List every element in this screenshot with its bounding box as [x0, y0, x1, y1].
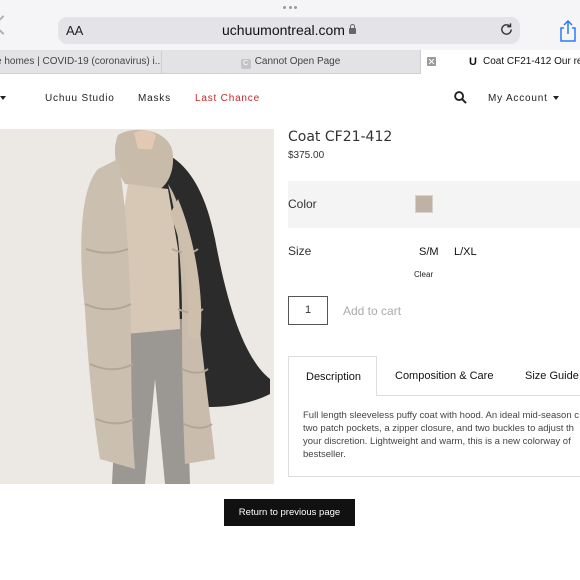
search-icon[interactable]	[454, 91, 467, 104]
tab-divider	[377, 395, 580, 396]
browser-toolbar: AA uchuumontreal.com	[0, 0, 580, 50]
product-price: $375.00	[288, 150, 325, 161]
site-favicon-icon: U	[469, 56, 477, 68]
product-description: Full length sleeveless puffy coat with h…	[303, 409, 580, 461]
my-account-menu[interactable]: My Account	[488, 93, 548, 104]
product-info-tabs: Description Composition & Care Size Guid…	[288, 356, 580, 477]
back-chevron-icon[interactable]	[0, 15, 13, 35]
tab-label: Cannot Open Page	[254, 56, 341, 67]
caret-down-icon[interactable]	[0, 96, 6, 100]
nav-last-chance[interactable]: Last Chance	[195, 93, 260, 104]
tab-description[interactable]: Description	[288, 356, 377, 396]
clear-selection-link[interactable]: Clear	[414, 270, 433, 279]
size-label: Size	[288, 244, 312, 258]
description-line: your discretion. Lightweight and warm, t…	[303, 436, 571, 447]
description-line: Full length sleeveless puffy coat with h…	[303, 410, 580, 421]
size-option-lxl[interactable]: L/XL	[454, 246, 477, 258]
tab-size-guide[interactable]: Size Guide	[525, 370, 579, 382]
tab-description-label: Description	[306, 371, 362, 383]
url-text: uchuumontreal.com	[222, 22, 345, 38]
reload-icon[interactable]	[499, 22, 514, 37]
product-image	[0, 129, 274, 484]
color-selector: Color	[288, 181, 580, 228]
site-nav: Uchuu Studio Masks Last Chance My Accoun…	[0, 74, 580, 122]
caret-down-icon[interactable]	[553, 96, 559, 100]
blank-page-icon: C	[240, 59, 251, 69]
close-tab-icon[interactable]	[427, 57, 436, 66]
more-dots-icon[interactable]	[283, 6, 297, 10]
tab-cannot-open[interactable]: C Cannot Open Page	[161, 50, 419, 74]
tab-composition-care[interactable]: Composition & Care	[395, 370, 493, 382]
tab-bar: e homes | COVID-19 (coronavirus) i... CC…	[0, 50, 580, 74]
tab-label: e homes | COVID-19 (coronavirus) i...	[0, 56, 160, 67]
color-label: Color	[288, 197, 317, 211]
lock-icon	[348, 24, 356, 34]
add-to-cart-button[interactable]: Add to cart	[343, 304, 401, 318]
description-line: two patch pockets, a zipper closure, and…	[303, 423, 574, 434]
nav-uchuu-studio[interactable]: Uchuu Studio	[45, 93, 115, 104]
nav-masks[interactable]: Masks	[138, 93, 171, 104]
model-illustration	[0, 129, 274, 484]
panel-border	[288, 396, 289, 477]
color-swatch[interactable]	[415, 195, 433, 213]
product-title: Coat CF21-412	[288, 129, 393, 145]
url-container: uchuumontreal.com	[58, 22, 520, 38]
return-previous-page-button[interactable]: Return to previous page	[224, 499, 355, 526]
size-option-sm[interactable]: S/M	[419, 246, 439, 258]
share-icon[interactable]	[559, 20, 577, 42]
tab-coat[interactable]: U Coat CF21-412 Our rese	[420, 50, 580, 74]
address-bar[interactable]: AA uchuumontreal.com	[58, 17, 520, 44]
tab-label: Coat CF21-412 Our rese	[483, 56, 580, 67]
quantity-input[interactable]: 1	[288, 296, 328, 325]
description-line: bestseller.	[303, 449, 346, 460]
tab-covid[interactable]: e homes | COVID-19 (coronavirus) i...	[0, 50, 160, 74]
